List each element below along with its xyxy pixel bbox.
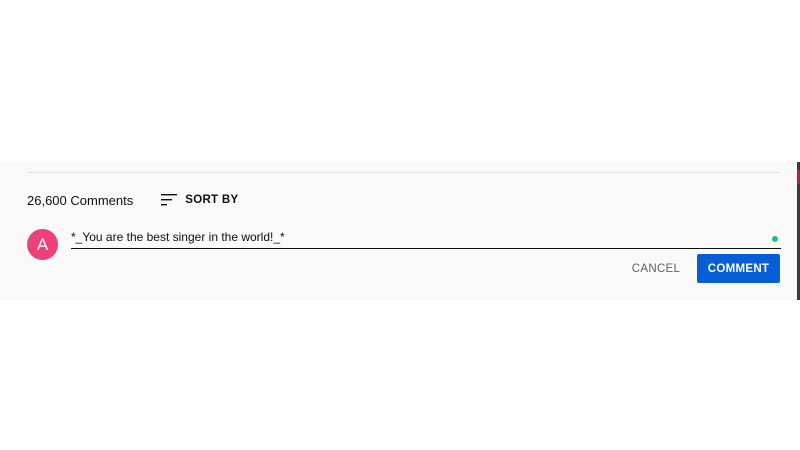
sort-lines-icon bbox=[161, 194, 178, 206]
page: 26,600 Comments SORT BY A CANCEL COMMENT bbox=[0, 0, 800, 450]
comment-count: 26,600 Comments bbox=[27, 192, 134, 208]
sort-by-label: SORT BY bbox=[185, 194, 239, 206]
comment-input[interactable] bbox=[71, 228, 761, 246]
cancel-button[interactable]: CANCEL bbox=[622, 254, 690, 283]
status-dot-icon bbox=[772, 236, 778, 242]
sort-by-button[interactable]: SORT BY bbox=[161, 193, 238, 207]
comment-button[interactable]: COMMENT bbox=[697, 254, 780, 283]
avatar: A bbox=[27, 229, 58, 260]
comment-input-wrapper bbox=[71, 226, 781, 249]
comments-header: 26,600 Comments SORT BY bbox=[27, 190, 238, 210]
divider bbox=[27, 172, 780, 173]
